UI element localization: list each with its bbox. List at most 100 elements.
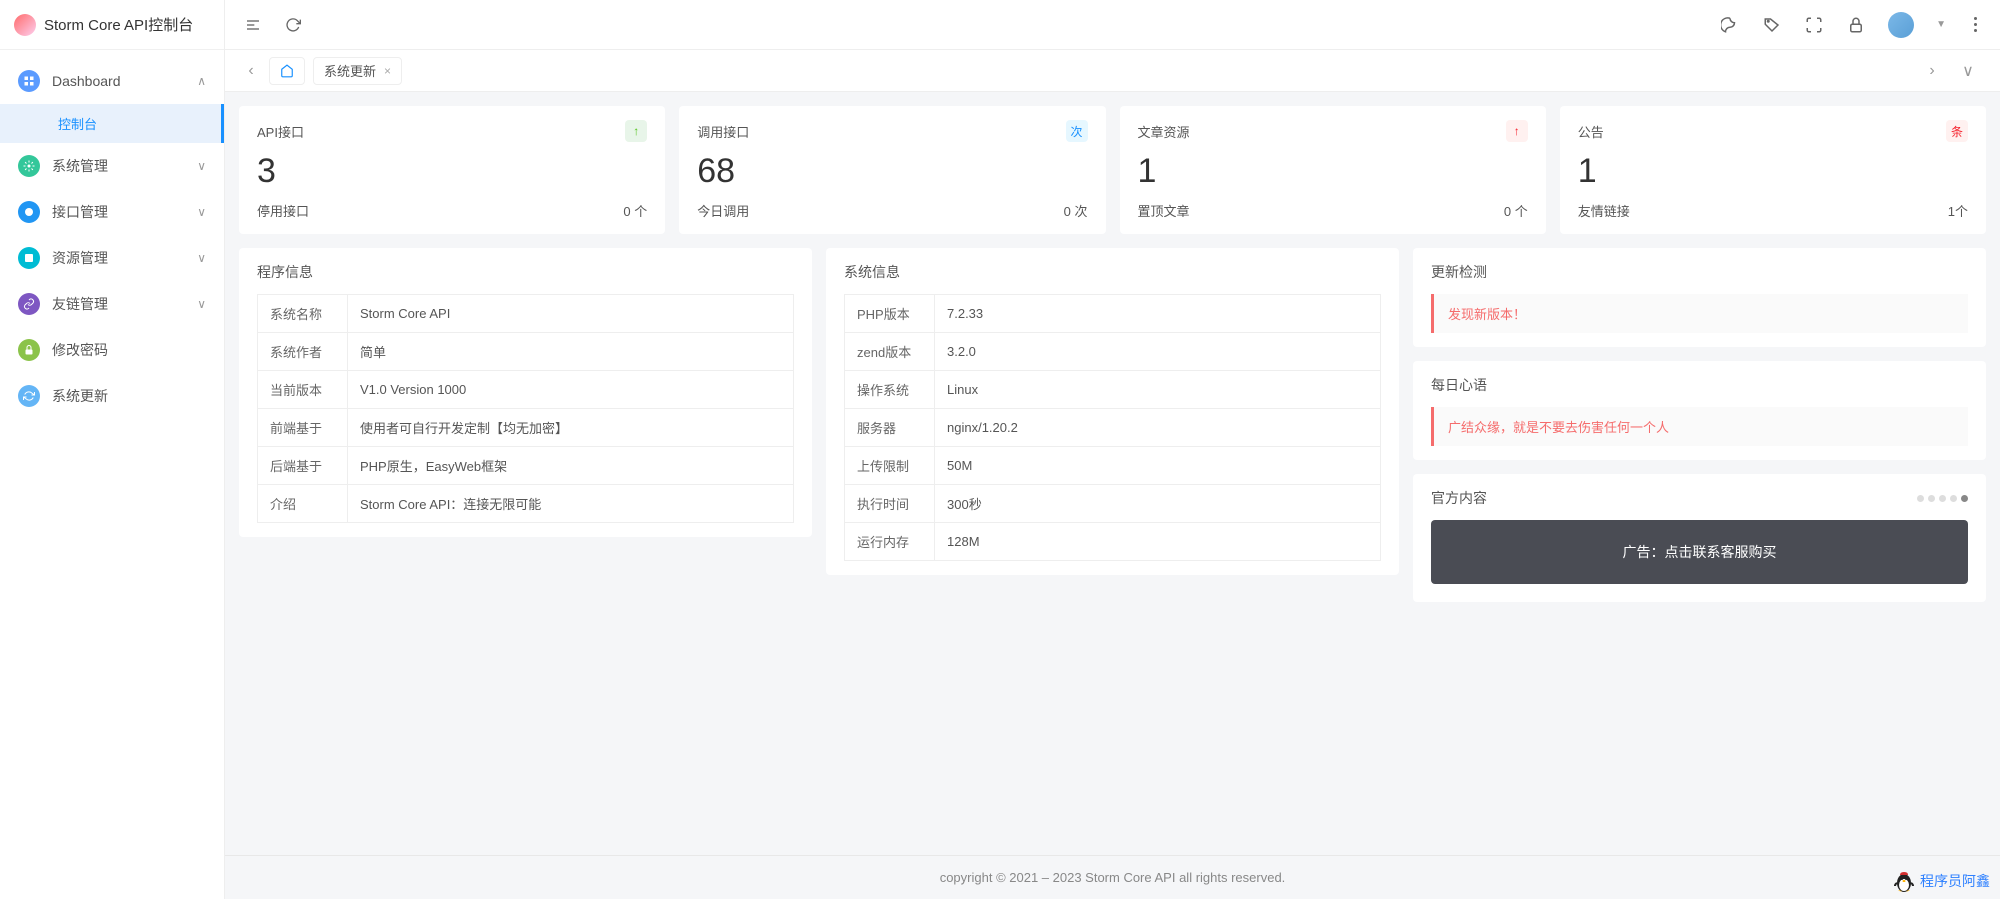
table-row: 介绍Storm Core API：连接无限可能 — [258, 485, 794, 523]
menu-dashboard[interactable]: Dashboard ∧ — [0, 58, 224, 104]
menu-apimgmt[interactable]: 接口管理 ∨ — [0, 189, 224, 235]
footer: copyright © 2021 – 2023 Storm Core API a… — [225, 855, 2000, 899]
card-title: 程序信息 — [257, 262, 794, 282]
table-row: 上传限制50M — [845, 447, 1381, 485]
card-title: 更新检测 — [1431, 262, 1968, 282]
menu-label: 友链管理 — [52, 294, 108, 314]
sidebar-menu: Dashboard ∧ 控制台 系统管理 ∨ 接口管理 ∨ 资源管理 ∨ 友 — [0, 50, 224, 899]
lock-screen-icon[interactable] — [1846, 15, 1866, 35]
table-row: zend版本3.2.0 — [845, 333, 1381, 371]
table-value: 使用者可自行开发定制【均无加密】 — [348, 409, 794, 447]
chevron-down-icon: ∨ — [197, 205, 206, 219]
logo: Storm Core API控制台 — [0, 0, 224, 50]
stat-number: 3 — [257, 152, 647, 191]
tab-prev-icon[interactable]: ‹ — [239, 59, 263, 83]
table-key: 操作系统 — [845, 371, 935, 409]
table-value: Linux — [935, 371, 1381, 409]
stat-number: 1 — [1578, 152, 1968, 191]
table-row: 当前版本V1.0 Version 1000 — [258, 371, 794, 409]
chevron-down-icon: ∨ — [197, 251, 206, 265]
table-key: 前端基于 — [258, 409, 348, 447]
menu-label: Dashboard — [52, 73, 121, 89]
stat-badge: ↑ — [1506, 120, 1528, 142]
table-value: Storm Core API：连接无限可能 — [348, 485, 794, 523]
stat-card: API接口↑3停用接口0 个 — [239, 106, 665, 234]
ad-banner[interactable]: 广告：点击联系客服购买 — [1431, 520, 1968, 584]
card-title: 每日心语 — [1431, 375, 1968, 395]
card-title: 系统信息 — [844, 262, 1381, 282]
stat-title: 公告 — [1578, 122, 1604, 141]
menu-resmgmt[interactable]: 资源管理 ∨ — [0, 235, 224, 281]
update-check-card: 更新检测 发现新版本！ — [1413, 248, 1986, 347]
menu-update[interactable]: 系统更新 — [0, 373, 224, 419]
stat-sub-label: 今日调用 — [697, 201, 749, 220]
collapse-icon[interactable] — [243, 15, 263, 35]
dashboard-icon — [18, 70, 40, 92]
table-row: 执行时间300秒 — [845, 485, 1381, 523]
program-info-card: 程序信息 系统名称Storm Core API系统作者简单当前版本V1.0 Ve… — [239, 248, 812, 537]
tab-home[interactable] — [269, 57, 305, 85]
menu-label: 修改密码 — [52, 340, 108, 360]
resource-icon — [18, 247, 40, 269]
sidebar: Storm Core API控制台 Dashboard ∧ 控制台 系统管理 ∨… — [0, 0, 225, 899]
penguin-icon — [1892, 869, 1916, 893]
official-content-card: 官方内容 广告：点击联系客服购买 — [1413, 474, 1986, 602]
stat-title: 调用接口 — [697, 122, 749, 141]
stat-sub-label: 置顶文章 — [1138, 201, 1190, 220]
menu-sysmgmt[interactable]: 系统管理 ∨ — [0, 143, 224, 189]
update-alert: 发现新版本！ — [1431, 294, 1968, 333]
tab-sysupdate[interactable]: 系统更新 × — [313, 57, 402, 85]
stat-card: 文章资源↑1置顶文章0 个 — [1120, 106, 1546, 234]
menu-password[interactable]: 修改密码 — [0, 327, 224, 373]
carousel-dots[interactable] — [1917, 495, 1968, 502]
topbar: ▼ — [225, 0, 2000, 50]
content: API接口↑3停用接口0 个调用接口次68今日调用0 次文章资源↑1置顶文章0 … — [225, 92, 2000, 855]
watermark: 程序员阿鑫 — [1892, 869, 1990, 893]
chevron-down-icon: ∨ — [197, 297, 206, 311]
tab-next-icon[interactable]: › — [1920, 59, 1944, 83]
avatar-dropdown-icon[interactable]: ▼ — [1936, 19, 1946, 30]
table-row: 系统作者简单 — [258, 333, 794, 371]
table-row: 系统名称Storm Core API — [258, 295, 794, 333]
avatar[interactable] — [1888, 12, 1914, 38]
table-value: nginx/1.20.2 — [935, 409, 1381, 447]
table-key: 系统作者 — [258, 333, 348, 371]
menu-linkmgmt[interactable]: 友链管理 ∨ — [0, 281, 224, 327]
chevron-down-icon: ∨ — [197, 159, 206, 173]
tab-dropdown-icon[interactable]: ∨ — [1956, 59, 1980, 83]
update-icon — [18, 385, 40, 407]
system-info-table: PHP版本7.2.33zend版本3.2.0操作系统Linux服务器nginx/… — [844, 294, 1381, 561]
fullscreen-icon[interactable] — [1804, 15, 1824, 35]
table-key: 介绍 — [258, 485, 348, 523]
refresh-icon[interactable] — [283, 15, 303, 35]
submenu-console[interactable]: 控制台 — [0, 104, 224, 143]
more-icon[interactable] — [1968, 17, 1982, 32]
link-icon — [18, 293, 40, 315]
stat-badge: 次 — [1066, 120, 1088, 142]
table-value: 7.2.33 — [935, 295, 1381, 333]
table-key: 上传限制 — [845, 447, 935, 485]
watermark-text: 程序员阿鑫 — [1920, 871, 1990, 891]
tab-label: 系统更新 — [324, 61, 376, 80]
menu-label: 资源管理 — [52, 248, 108, 268]
stat-badge: ↑ — [625, 120, 647, 142]
tag-icon[interactable] — [1762, 15, 1782, 35]
table-value: 简单 — [348, 333, 794, 371]
table-value: 300秒 — [935, 485, 1381, 523]
table-row: 前端基于使用者可自行开发定制【均无加密】 — [258, 409, 794, 447]
table-key: 后端基于 — [258, 447, 348, 485]
table-row: PHP版本7.2.33 — [845, 295, 1381, 333]
daily-alert: 广结众缘，就是不要去伤害任何一个人 — [1431, 407, 1968, 446]
stat-sub-value: 0 次 — [1064, 201, 1088, 220]
main: ▼ ‹ 系统更新 × › ∨ API接口↑3停用接口0 个调用接口次68今日调用… — [225, 0, 2000, 899]
table-row: 后端基于PHP原生，EasyWeb框架 — [258, 447, 794, 485]
table-value: PHP原生，EasyWeb框架 — [348, 447, 794, 485]
stat-sub-value: 0 个 — [623, 201, 647, 220]
theme-icon[interactable] — [1720, 15, 1740, 35]
stat-title: 文章资源 — [1138, 122, 1190, 141]
stat-sub-value: 0 个 — [1504, 201, 1528, 220]
table-value: 128M — [935, 523, 1381, 561]
close-icon[interactable]: × — [384, 64, 391, 78]
table-value: 50M — [935, 447, 1381, 485]
table-key: PHP版本 — [845, 295, 935, 333]
